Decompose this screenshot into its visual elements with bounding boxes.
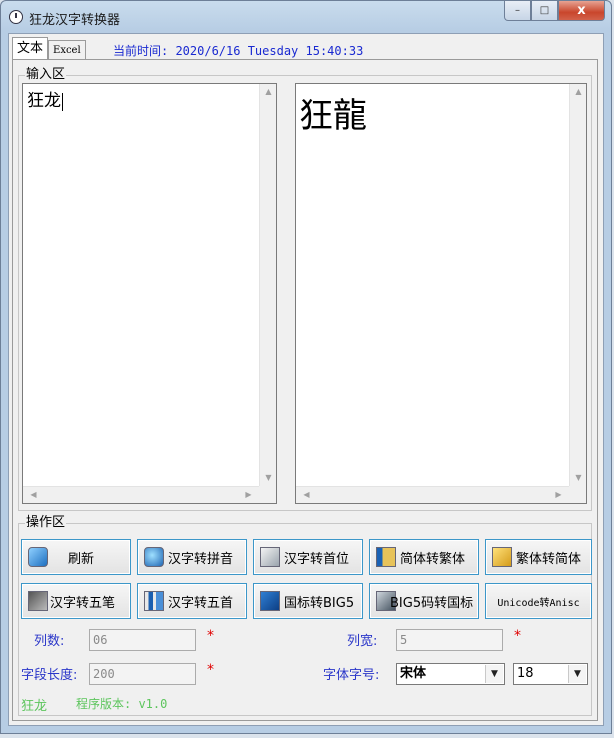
col-width-field[interactable]: 5 <box>396 629 503 651</box>
clock-icon <box>9 10 23 24</box>
glass-icon <box>260 547 280 567</box>
to-pinyin-button[interactable]: 汉字转拼音 <box>137 539 247 575</box>
scroll-right-icon[interactable]: ▶ <box>550 490 567 500</box>
title-bar[interactable]: 狂龙汉字转换器 – □ x <box>1 1 611 33</box>
input-text: 狂龙 <box>27 91 61 111</box>
to-wubi-button[interactable]: 汉字转五笔 <box>21 583 131 619</box>
close-button[interactable]: x <box>558 1 605 21</box>
scroll-down-icon[interactable]: ▼ <box>570 473 586 483</box>
text-caret <box>62 92 63 111</box>
operations-group: 操作区 刷新 汉字转拼音 汉字转首位 简体转繁体 繁体转简体 汉字转五笔 汉字转… <box>18 515 592 716</box>
operations-group-title: 操作区 <box>25 515 67 531</box>
globe-icon <box>144 547 164 567</box>
traditional-to-simplified-button[interactable]: 繁体转简体 <box>485 539 592 575</box>
font-name-value: 宋体 <box>400 666 427 681</box>
app-window: 狂龙汉字转换器 – □ x 文本 Excel 当前时间: 2020/6/16 T… <box>0 0 612 734</box>
big5-to-gb-button-label: BIG5码转国标 <box>390 595 474 611</box>
input-group: 输入区 狂龙 ▲ ▼ ◀ ▶ 狂龍 ▲ ▼ ◀ ▶ <box>18 67 592 511</box>
to-wubi-initial-button-label: 汉字转五首 <box>168 595 234 611</box>
version-label: 程序版本: v1.0 <box>76 697 168 711</box>
scroll-down-icon[interactable]: ▼ <box>260 473 276 483</box>
to-initial-button[interactable]: 汉字转首位 <box>253 539 363 575</box>
required-mark: * <box>207 628 214 644</box>
field-length-label: 字段长度: <box>21 668 78 683</box>
to-wubi-initial-button[interactable]: 汉字转五首 <box>137 583 247 619</box>
scroll-corner <box>259 486 276 503</box>
font-size-value: 18 <box>517 666 534 681</box>
current-time-label: 当前时间: 2020/6/16 Tuesday 15:40:33 <box>113 44 364 58</box>
simplified-to-traditional-button[interactable]: 简体转繁体 <box>369 539 479 575</box>
scroll-left-icon[interactable]: ◀ <box>25 490 42 500</box>
scroll-up-icon[interactable]: ▲ <box>260 87 276 97</box>
scroll-right-icon[interactable]: ▶ <box>240 490 257 500</box>
tab-panel-text: 输入区 狂龙 ▲ ▼ ◀ ▶ 狂龍 ▲ ▼ ◀ ▶ 操作区 刷新 汉字转拼音 汉… <box>12 59 598 721</box>
input-group-title: 输入区 <box>25 67 67 83</box>
scroll-up-icon[interactable]: ▲ <box>570 87 586 97</box>
tab-text[interactable]: 文本 <box>12 37 49 60</box>
refresh-button[interactable]: 刷新 <box>21 539 131 575</box>
chevron-down-icon[interactable]: ▼ <box>568 665 586 683</box>
required-mark: * <box>207 662 214 678</box>
unicode-to-ansi-button-label: Unicode转Anisc <box>497 597 580 609</box>
client-area: 文本 Excel 当前时间: 2020/6/16 Tuesday 15:40:3… <box>8 33 604 726</box>
tab-excel[interactable]: Excel <box>48 40 86 60</box>
output-hscrollbar[interactable]: ◀ ▶ <box>296 486 569 503</box>
input-textbox[interactable]: 狂龙 ▲ ▼ ◀ ▶ <box>22 83 277 504</box>
col-count-field[interactable]: 06 <box>89 629 196 651</box>
output-text: 狂龍 <box>299 96 367 136</box>
maximize-button[interactable]: □ <box>531 1 558 21</box>
stamp-icon <box>28 591 48 611</box>
output-textbox[interactable]: 狂龍 ▲ ▼ ◀ ▶ <box>295 83 587 504</box>
book-icon <box>376 547 396 567</box>
font-size-select[interactable]: 18 ▼ <box>513 663 588 685</box>
bars-icon <box>144 591 164 611</box>
flag-icon <box>260 591 280 611</box>
window-title: 狂龙汉字转换器 <box>29 13 121 28</box>
gb-to-big5-button[interactable]: 国标转BIG5 <box>253 583 363 619</box>
required-mark: * <box>514 628 521 644</box>
gb-to-big5-button-label: 国标转BIG5 <box>284 595 355 611</box>
notebook-icon <box>492 547 512 567</box>
refresh-icon <box>28 547 48 567</box>
unicode-to-ansi-button[interactable]: Unicode转Anisc <box>485 583 592 619</box>
tab-strip: 文本 Excel <box>12 37 86 60</box>
input-vscrollbar[interactable]: ▲ ▼ <box>259 84 276 486</box>
input-hscrollbar[interactable]: ◀ ▶ <box>23 486 259 503</box>
output-vscrollbar[interactable]: ▲ ▼ <box>569 84 586 486</box>
scroll-corner <box>569 486 586 503</box>
font-name-select[interactable]: 宋体 ▼ <box>396 663 505 685</box>
col-count-label: 列数: <box>34 634 65 649</box>
to-wubi-button-label: 汉字转五笔 <box>50 595 116 611</box>
author-label: 狂龙 <box>21 699 48 714</box>
to-initial-button-label: 汉字转首位 <box>284 551 350 567</box>
to-pinyin-button-label: 汉字转拼音 <box>168 551 234 567</box>
simplified-to-traditional-button-label: 简体转繁体 <box>400 551 466 567</box>
refresh-button-label: 刷新 <box>68 551 95 567</box>
scroll-left-icon[interactable]: ◀ <box>298 490 315 500</box>
col-width-label: 列宽: <box>347 634 378 649</box>
chevron-down-icon[interactable]: ▼ <box>485 665 503 683</box>
font-size-label: 字体字号: <box>323 668 380 683</box>
minimize-button[interactable]: – <box>504 1 531 21</box>
traditional-to-simplified-button-label: 繁体转简体 <box>516 551 582 567</box>
field-length-field[interactable]: 200 <box>89 663 196 685</box>
big5-to-gb-button[interactable]: BIG5码转国标 <box>369 583 479 619</box>
